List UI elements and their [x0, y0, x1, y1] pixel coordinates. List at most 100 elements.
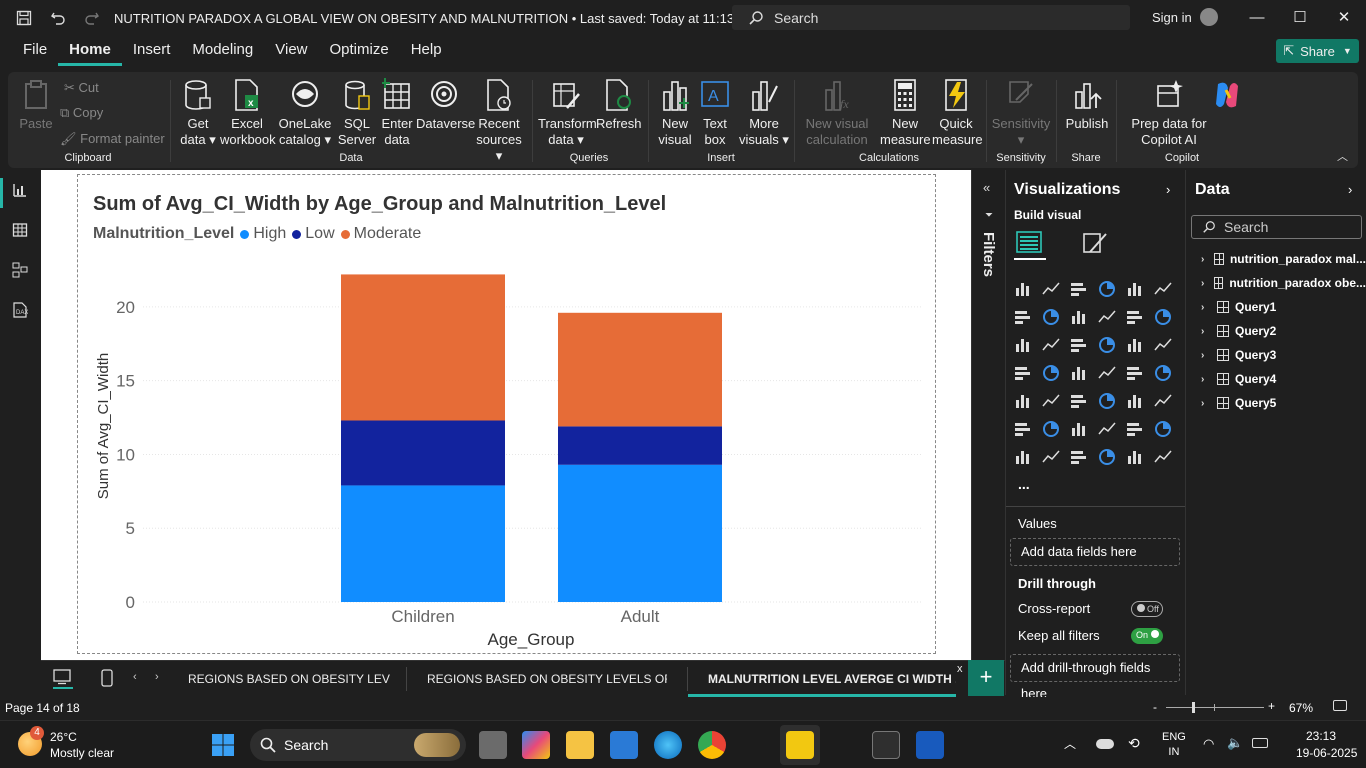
visual-type-icon[interactable] [1070, 280, 1090, 300]
save-icon[interactable] [14, 8, 34, 28]
visual-type-icon[interactable] [1070, 420, 1090, 440]
expand-chevron-icon[interactable]: › [1166, 182, 1170, 197]
bar-segment-high[interactable] [341, 485, 505, 602]
more-visuals-button[interactable]: More visuals ▾ [738, 78, 790, 148]
onedrive-icon[interactable] [1096, 739, 1114, 749]
visual-type-icon[interactable] [1014, 392, 1034, 412]
dax-query-view-icon[interactable]: DAX [10, 300, 30, 320]
visual-type-icon[interactable] [1014, 280, 1034, 300]
quick-measure-button[interactable]: Quick measure [932, 78, 983, 148]
visual-type-icon[interactable] [1126, 280, 1146, 300]
values-drop-zone[interactable]: Add data fields here [1010, 538, 1180, 566]
windows-start-icon[interactable] [211, 733, 235, 757]
copilot-app-icon[interactable] [522, 731, 550, 759]
prep-data-copilot-button[interactable]: Prep data for Copilot AI [1124, 78, 1214, 148]
visual-type-icon[interactable] [1126, 420, 1146, 440]
desktop-layout-icon[interactable] [53, 669, 73, 689]
expand-chevron-icon[interactable]: › [1201, 326, 1213, 337]
visual-type-icon[interactable] [1042, 336, 1062, 356]
visual-type-icon[interactable] [1098, 364, 1118, 384]
get-data-button[interactable]: Get data ▾ [176, 78, 220, 148]
menu-file[interactable]: File [12, 36, 58, 66]
show-hidden-icons[interactable]: ︿ [1064, 735, 1076, 752]
enter-data-button[interactable]: Enter data [378, 78, 416, 148]
bar-segment-low[interactable] [341, 420, 505, 486]
page-tab-regions-obesity[interactable]: REGIONS BASED ON OBESITY LEVELS [188, 661, 390, 697]
new-visual-calculation-button[interactable]: fx New visual calculation [796, 78, 878, 148]
visual-type-icon[interactable] [1098, 420, 1118, 440]
visual-type-icon[interactable] [1014, 308, 1034, 328]
edge-browser-icon[interactable] [654, 731, 682, 759]
power-bi-app-icon[interactable] [786, 731, 814, 759]
expand-chevron-icon[interactable]: › [1201, 254, 1210, 265]
visual-type-icon[interactable] [1154, 280, 1174, 300]
expand-chevron-icon[interactable]: › [1201, 350, 1213, 361]
visual-type-icon[interactable] [1042, 364, 1062, 384]
visual-type-icon[interactable] [1042, 280, 1062, 300]
visual-type-icon[interactable] [1042, 448, 1062, 468]
bar-segment-moderate[interactable] [558, 312, 722, 427]
cut-button[interactable]: ✂ Cut [64, 80, 99, 96]
stacked-column-chart-visual[interactable]: Sum of Avg_CI_Width by Age_Group and Mal… [77, 174, 936, 654]
visual-type-icon[interactable] [1042, 420, 1062, 440]
menu-optimize[interactable]: Optimize [319, 36, 400, 66]
close-tab-icon[interactable]: x [957, 663, 963, 675]
visual-type-icon[interactable] [1098, 280, 1118, 300]
more-visuals-ellipsis[interactable]: ... [1018, 476, 1030, 492]
filters-label[interactable]: Filters [980, 232, 997, 277]
bar-segment-high[interactable] [558, 464, 722, 602]
visual-type-icon[interactable] [1154, 392, 1174, 412]
onelake-catalog-button[interactable]: OneLake catalog ▾ [276, 78, 334, 148]
visual-type-icon[interactable] [1042, 308, 1062, 328]
taskbar-search[interactable]: Search [250, 729, 466, 761]
weather-description[interactable]: Mostly clear [50, 746, 114, 760]
sensitivity-button[interactable]: Sensitivity ▾ [990, 78, 1052, 148]
page-tab-malnutrition-ci-width[interactable]: MALNUTRITION LEVEL AVERGE CI WIDTH ... [688, 661, 956, 697]
weather-temperature[interactable]: 26°C [50, 730, 77, 744]
copy-button[interactable]: ⧉ Copy [60, 105, 103, 121]
data-table-item[interactable]: › Query1 [1201, 300, 1366, 314]
collapse-chevron-icon[interactable]: « [983, 180, 990, 195]
expand-chevron-icon[interactable]: › [1201, 398, 1213, 409]
zoom-in-icon[interactable]: + [1268, 699, 1275, 713]
data-table-item[interactable]: › Query3 [1201, 348, 1366, 362]
file-explorer-icon[interactable] [566, 731, 594, 759]
expand-chevron-icon[interactable]: › [1201, 374, 1213, 385]
maximize-icon[interactable]: ☐ [1288, 6, 1312, 30]
expand-chevron-icon[interactable]: › [1348, 182, 1352, 197]
new-visual-button[interactable]: New visual [656, 78, 694, 148]
data-table-item[interactable]: › Query5 [1201, 396, 1366, 410]
visual-type-icon[interactable] [1154, 364, 1174, 384]
bar-segment-low[interactable] [558, 426, 722, 465]
data-table-item[interactable]: › nutrition_paradox obe... [1201, 276, 1366, 290]
publish-button[interactable]: Publish [1062, 78, 1112, 132]
tab-scroll-right-icon[interactable]: › [155, 671, 159, 683]
visual-type-icon[interactable] [1154, 336, 1174, 356]
input-language[interactable]: ENG IN [1162, 730, 1186, 760]
zoom-slider-handle[interactable] [1192, 702, 1195, 713]
new-measure-button[interactable]: New measure [880, 78, 931, 148]
visual-type-icon[interactable] [1042, 392, 1062, 412]
fit-to-page-icon[interactable] [1333, 700, 1347, 711]
visual-type-icon[interactable] [1098, 392, 1118, 412]
volume-icon[interactable]: 🔈 [1227, 735, 1243, 751]
keep-filters-toggle[interactable]: On [1131, 628, 1163, 644]
collapse-ribbon-icon[interactable]: ︿ [1337, 148, 1348, 164]
visual-type-icon[interactable] [1070, 448, 1090, 468]
word-app-icon[interactable] [916, 731, 944, 759]
terminal-app-icon[interactable] [872, 731, 900, 759]
visual-type-icon[interactable] [1014, 336, 1034, 356]
format-painter-button[interactable]: 🖌 Format painter [60, 131, 165, 147]
transform-data-button[interactable]: Transform data ▾ [538, 78, 597, 148]
visual-type-icon[interactable] [1098, 448, 1118, 468]
microsoft-store-icon[interactable] [610, 731, 638, 759]
visual-type-icon[interactable] [1098, 308, 1118, 328]
menu-view[interactable]: View [264, 36, 318, 66]
dataverse-button[interactable]: Dataverse [416, 78, 475, 132]
redo-icon[interactable] [82, 8, 102, 28]
model-view-icon[interactable] [10, 260, 30, 280]
battery-icon[interactable] [1252, 738, 1268, 748]
expand-chevron-icon[interactable]: › [1201, 302, 1213, 313]
cross-report-toggle[interactable]: Off [1131, 601, 1163, 617]
data-table-item[interactable]: › nutrition_paradox mal... [1201, 252, 1366, 266]
